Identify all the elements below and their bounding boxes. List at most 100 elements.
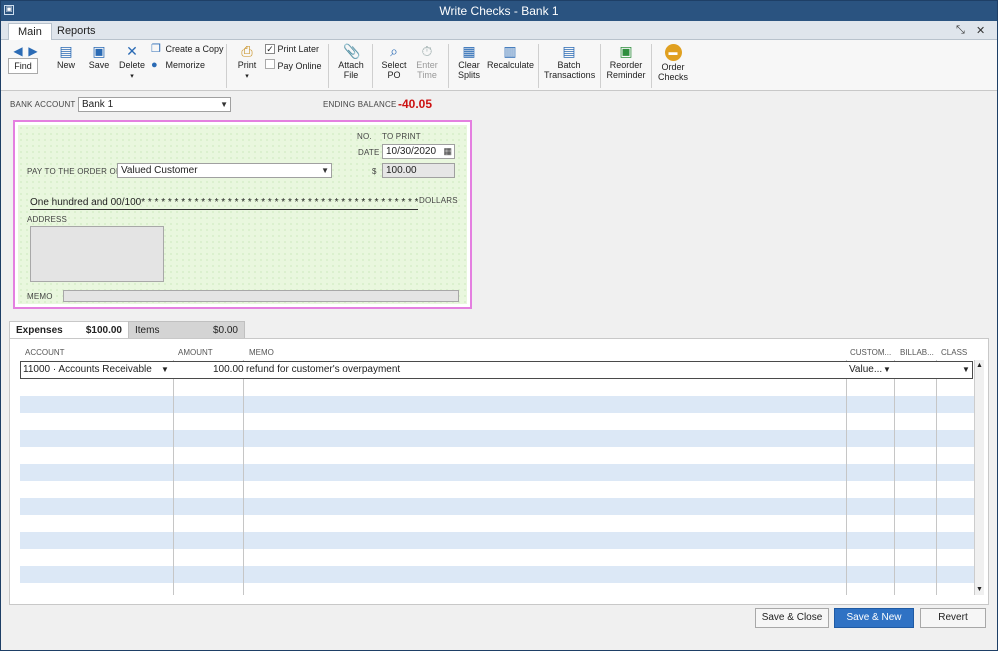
- print-button[interactable]: ⎙ Print ▾: [235, 43, 259, 82]
- table-row[interactable]: [20, 532, 974, 549]
- delete-button[interactable]: ✕ Delete ▾: [117, 43, 147, 82]
- ending-balance-label: ENDING BALANCE: [323, 100, 397, 109]
- calculator-icon: ▥: [503, 43, 517, 59]
- attach-file-button[interactable]: 📎 Attach File: [337, 43, 365, 80]
- table-row-active[interactable]: 11000 · Accounts Receivable ▼ 100.00 ref…: [20, 361, 973, 379]
- create-copy-button[interactable]: ❐ Create a Copy: [151, 43, 224, 55]
- customer-cell[interactable]: Value...: [849, 364, 882, 375]
- check-number-value[interactable]: TO PRINT: [382, 132, 421, 141]
- checkmark-icon: ✓: [265, 44, 275, 54]
- dropdown-arrow-icon: ▼: [220, 100, 228, 109]
- column-divider: [846, 360, 847, 595]
- table-row[interactable]: [20, 498, 974, 515]
- stopwatch-icon: ⏱: [421, 43, 433, 59]
- date-field[interactable]: 10/30/2020 ▦: [382, 144, 455, 159]
- dollar-sign: $: [372, 167, 377, 176]
- recalculate-button[interactable]: ▥ Recalculate: [487, 43, 534, 70]
- amount-cell[interactable]: 100.00: [213, 364, 244, 375]
- save-button[interactable]: ▣ Save: [86, 43, 112, 70]
- scroll-down-icon[interactable]: ▼: [976, 586, 983, 593]
- column-header-class[interactable]: CLASS: [941, 348, 967, 357]
- memo-field[interactable]: [63, 290, 459, 302]
- memorize-button[interactable]: ● Memorize: [151, 59, 205, 71]
- calendar-icon[interactable]: ▦: [443, 145, 452, 158]
- column-header-memo[interactable]: MEMO: [249, 348, 274, 357]
- divider: [651, 44, 652, 88]
- column-divider: [173, 360, 174, 595]
- tab-reports[interactable]: Reports: [48, 23, 105, 40]
- new-button[interactable]: ▤ New: [53, 43, 79, 70]
- reorder-reminder-button[interactable]: ▣ Reorder Reminder: [606, 43, 646, 80]
- clear-splits-icon: ▦: [462, 43, 476, 59]
- batch-transactions-button[interactable]: ▤ Batch Transactions: [544, 43, 595, 80]
- column-header-account[interactable]: ACCOUNT: [25, 348, 65, 357]
- scroll-up-icon[interactable]: ▲: [976, 362, 983, 369]
- column-header-billable[interactable]: BILLAB...: [900, 348, 934, 357]
- table-row[interactable]: [20, 566, 974, 583]
- column-header-amount[interactable]: AMOUNT: [178, 348, 213, 357]
- select-po-icon: ⌕: [390, 43, 398, 59]
- table-row[interactable]: [20, 549, 974, 566]
- date-label: DATE: [358, 148, 380, 157]
- column-header-customer[interactable]: CUSTOM...: [850, 348, 891, 357]
- table-row[interactable]: [20, 515, 974, 532]
- dropdown-arrow-icon[interactable]: ▼: [883, 365, 891, 374]
- expenses-grid: ACCOUNT AMOUNT MEMO CUSTOM... BILLAB... …: [20, 346, 984, 595]
- tab-main[interactable]: Main: [8, 23, 52, 40]
- save-close-button[interactable]: Save & Close: [755, 608, 829, 628]
- print-later-checkbox[interactable]: ✓ Print Later: [265, 43, 319, 55]
- checkbox-icon: [265, 59, 275, 69]
- revert-button[interactable]: Revert: [920, 608, 986, 628]
- account-cell[interactable]: 11000 · Accounts Receivable: [23, 364, 152, 375]
- grid-header: ACCOUNT AMOUNT MEMO CUSTOM... BILLAB... …: [20, 346, 974, 360]
- window-title: Write Checks - Bank 1: [439, 4, 559, 18]
- close-icon[interactable]: ✕: [976, 24, 985, 37]
- pay-online-checkbox[interactable]: Pay Online: [265, 59, 322, 72]
- new-icon: ▤: [59, 43, 73, 59]
- address-field[interactable]: [30, 226, 164, 282]
- check-form: NO. TO PRINT DATE 10/30/2020 ▦ PAY TO TH…: [13, 120, 472, 309]
- paperclip-icon: 📎: [343, 43, 361, 59]
- select-po-button[interactable]: ⌕ Select PO: [379, 43, 409, 80]
- table-row[interactable]: [20, 379, 974, 396]
- bank-account-select[interactable]: Bank 1 ▼: [78, 97, 231, 112]
- find-button[interactable]: Find: [8, 58, 38, 74]
- dropdown-arrow-icon[interactable]: ▼: [962, 365, 970, 374]
- check-number-label: NO.: [357, 132, 372, 141]
- table-row[interactable]: [20, 396, 974, 413]
- memorize-icon: ●: [151, 59, 158, 71]
- save-icon: ▣: [92, 43, 106, 59]
- toolbar: ◀ ▶ Find ▤ New ▣ Save ✕ Delete ▾ ❐ Create…: [1, 40, 997, 91]
- divider: [372, 44, 373, 88]
- order-checks-icon: ▬: [664, 44, 682, 61]
- tab-items[interactable]: Items $0.00: [128, 321, 245, 339]
- table-row[interactable]: [20, 481, 974, 498]
- table-row[interactable]: [20, 464, 974, 481]
- restore-icon[interactable]: ⤡: [956, 24, 965, 37]
- batch-icon: ▤: [562, 43, 576, 59]
- dropdown-arrow-icon[interactable]: ▼: [161, 365, 169, 374]
- amount-field[interactable]: 100.00: [382, 163, 455, 178]
- order-checks-button[interactable]: ▬ Order Checks: [656, 44, 690, 82]
- memo-cell[interactable]: refund for customer's overpayment: [246, 364, 400, 375]
- table-row[interactable]: [20, 413, 974, 430]
- save-new-button[interactable]: Save & New: [834, 608, 914, 628]
- tab-expenses[interactable]: Expenses $100.00: [9, 321, 129, 339]
- enter-time-button[interactable]: ⏱ Enter Time: [413, 43, 441, 80]
- copy-icon: ❐: [151, 43, 161, 55]
- address-label: ADDRESS: [27, 215, 68, 224]
- table-row[interactable]: [20, 447, 974, 464]
- payee-select[interactable]: Valued Customer ▼: [117, 163, 332, 178]
- system-menu-icon[interactable]: ▣: [4, 5, 14, 15]
- payee-label: PAY TO THE ORDER OF: [27, 167, 122, 176]
- amount-in-words: One hundred and 00/100* * * * * * * * * …: [30, 197, 418, 210]
- column-divider: [243, 360, 244, 595]
- table-row[interactable]: [20, 430, 974, 447]
- divider: [226, 44, 227, 88]
- column-divider: [894, 360, 895, 595]
- bank-account-label: BANK ACCOUNT: [10, 100, 76, 109]
- title-bar: ▣ Write Checks - Bank 1: [1, 1, 997, 21]
- clear-splits-button[interactable]: ▦ Clear Splits: [455, 43, 483, 80]
- vertical-scrollbar[interactable]: ▲ ▼: [974, 360, 984, 595]
- column-divider: [936, 360, 937, 595]
